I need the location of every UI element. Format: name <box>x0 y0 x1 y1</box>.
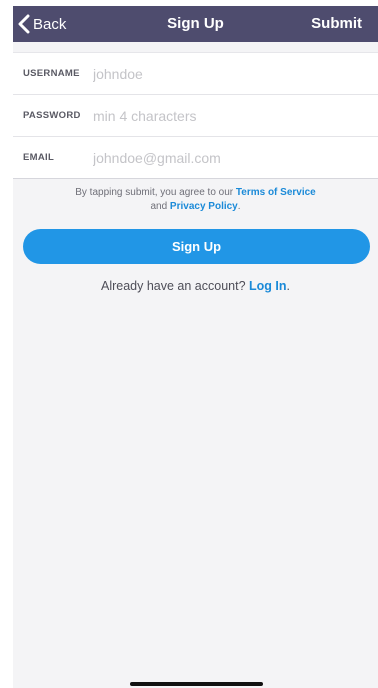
log-in-link[interactable]: Log In <box>249 279 287 293</box>
terms-middle: and <box>150 201 170 212</box>
terms-prefix: By tapping submit, you agree to our <box>75 187 236 198</box>
password-input[interactable] <box>93 107 353 124</box>
username-row: USERNAME <box>13 53 378 95</box>
email-row: EMAIL <box>13 137 378 178</box>
terms-notice: By tapping submit, you agree to our Term… <box>23 186 368 214</box>
terms-suffix: . <box>237 201 241 212</box>
password-label: PASSWORD <box>23 110 81 121</box>
sign-up-button[interactable]: Sign Up <box>23 229 370 264</box>
login-prompt: Already have an account? Log In. <box>13 279 378 293</box>
home-indicator[interactable] <box>130 682 263 686</box>
password-row: PASSWORD <box>13 95 378 137</box>
login-prompt-text: Already have an account? <box>100 279 250 293</box>
screen: Back Sign Up Submit USERNAME PASSWORD EM… <box>13 6 378 688</box>
email-label: EMAIL <box>23 152 55 163</box>
chevron-left-icon <box>17 14 31 34</box>
email-input[interactable] <box>93 149 353 166</box>
signup-form: USERNAME PASSWORD EMAIL <box>13 52 378 179</box>
back-button[interactable]: Back <box>17 6 66 42</box>
nav-bar: Back Sign Up Submit <box>13 6 378 42</box>
login-suffix: . <box>286 279 290 293</box>
submit-button[interactable]: Submit <box>311 6 362 42</box>
back-label: Back <box>33 15 67 33</box>
privacy-policy-link[interactable]: Privacy Policy <box>170 201 238 212</box>
terms-of-service-link[interactable]: Terms of Service <box>236 187 316 198</box>
username-input[interactable] <box>93 65 353 82</box>
username-label: USERNAME <box>23 68 80 79</box>
